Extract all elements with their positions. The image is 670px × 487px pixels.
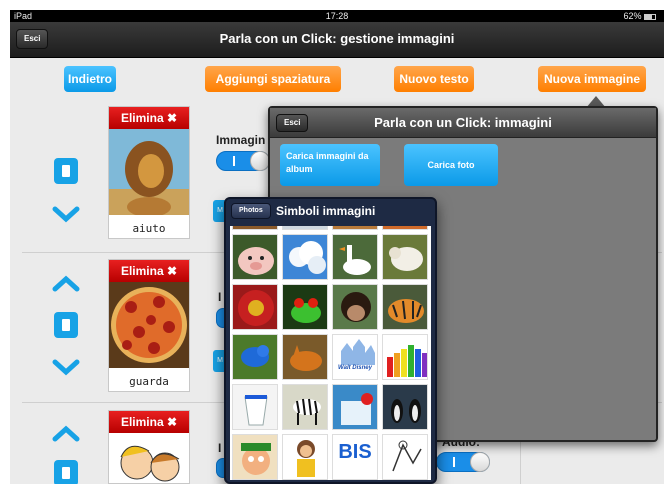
audio-toggle[interactable] xyxy=(436,452,490,472)
back-button[interactable]: Indietro xyxy=(64,66,116,92)
chimpanzee-photo-tile[interactable] xyxy=(332,284,378,330)
sketch-photo-tile[interactable] xyxy=(382,434,428,480)
children-cartoon-picture xyxy=(109,433,189,483)
cartoon-photo xyxy=(241,443,271,475)
photos-back-button[interactable]: Photos xyxy=(231,203,271,219)
move-up-icon[interactable] xyxy=(51,274,81,294)
disney-text: Walt Disney xyxy=(338,365,372,371)
delete-label: Elimina xyxy=(120,111,164,125)
move-up-icon[interactable] xyxy=(51,424,81,444)
crayons-photo-tile[interactable] xyxy=(382,334,428,380)
image-card: Elimina ✖ xyxy=(108,410,190,484)
boy-cartoon-photo-tile[interactable] xyxy=(282,434,328,480)
battery-indicator: 62% xyxy=(623,10,656,22)
delete-label: Elimina xyxy=(120,415,164,429)
pizza-picture xyxy=(109,282,189,368)
pig-photo xyxy=(238,247,274,275)
castle-logo xyxy=(341,339,375,365)
goose-photo xyxy=(339,245,371,275)
flower-photo xyxy=(238,290,274,326)
new-image-button[interactable]: Nuova immagine xyxy=(538,66,646,92)
penguins-photo-tile[interactable] xyxy=(382,384,428,430)
cartoon-photo-tile[interactable] xyxy=(232,434,278,480)
image-label: Immagin xyxy=(216,133,266,147)
lamb-photo-tile[interactable] xyxy=(382,234,428,280)
move-down-icon[interactable] xyxy=(51,357,81,377)
card-caption: guarda xyxy=(129,375,169,388)
delete-icon: ✖ xyxy=(166,264,178,278)
clouds-photo-tile[interactable] xyxy=(282,234,328,280)
delete-button[interactable]: Elimina ✖ xyxy=(109,260,189,282)
image-card: Elimina ✖ guarda xyxy=(108,259,190,392)
delete-button[interactable]: Elimina ✖ xyxy=(109,411,189,433)
frog-photo-tile[interactable] xyxy=(282,284,328,330)
fox-photo-tile[interactable] xyxy=(282,334,328,380)
delete-button[interactable]: Elimina ✖ xyxy=(109,107,189,129)
status-bar: iPad 17:28 62% xyxy=(10,10,664,22)
row-label: I xyxy=(218,290,222,304)
symbols-grid: Walt Disney BIS xyxy=(230,226,431,480)
yogurt-photo xyxy=(244,395,268,426)
crayons-photo xyxy=(387,345,427,377)
bird-photo xyxy=(241,345,269,367)
page-title: Parla con un Click: gestione immagini xyxy=(219,31,455,46)
battery-level: 62% xyxy=(623,11,642,21)
zebra-photo xyxy=(293,398,321,425)
load-album-button[interactable]: Carica immagini da album xyxy=(280,144,380,186)
modal-title: Parla con un Click: immagini xyxy=(374,115,552,130)
card-caption: aiuto xyxy=(132,222,166,235)
lion-picture xyxy=(109,129,189,217)
delete-icon: ✖ xyxy=(166,111,178,125)
partial-tile[interactable] xyxy=(282,226,328,230)
image-toggle[interactable] xyxy=(216,151,270,171)
popover-title: Simboli immagini xyxy=(276,204,376,218)
load-photo-button[interactable]: Carica foto xyxy=(404,144,498,186)
tiger-photo-tile[interactable] xyxy=(382,284,428,330)
brand-logo-tile[interactable]: BIS xyxy=(332,434,378,480)
frog-photo xyxy=(291,298,321,323)
fox-photo xyxy=(290,345,322,371)
document-icon[interactable] xyxy=(54,460,78,484)
delete-label: Elimina xyxy=(120,264,164,278)
main-navbar: Esci Parla con un Click: gestione immagi… xyxy=(10,22,664,58)
sketch-photo xyxy=(392,440,422,472)
castle-logo-tile[interactable]: Walt Disney xyxy=(332,334,378,380)
partial-tile[interactable] xyxy=(232,226,278,230)
screen: iPad 17:28 62% Esci Parla con un Click: … xyxy=(0,0,670,487)
tiger-photo xyxy=(388,299,424,323)
zebra-photo-tile[interactable] xyxy=(282,384,328,430)
penguins-photo xyxy=(391,399,421,423)
bis-text: BIS xyxy=(338,441,372,463)
popover-navbar: Photos Simboli immagini xyxy=(226,199,435,223)
flower-photo-tile[interactable] xyxy=(232,284,278,330)
document-icon[interactable] xyxy=(54,158,78,184)
ipad-screen: iPad 17:28 62% Esci Parla con un Click: … xyxy=(10,10,664,484)
delete-icon: ✖ xyxy=(166,415,178,429)
image-card: Elimina ✖ aiuto xyxy=(108,106,190,239)
partial-tile[interactable] xyxy=(332,226,378,230)
yogurt-photo-tile[interactable] xyxy=(232,384,278,430)
ice-photo-tile[interactable] xyxy=(332,384,378,430)
modal-navbar: Esci Parla con un Click: immagini xyxy=(270,108,656,138)
clouds-photo xyxy=(289,241,326,274)
ice-photo xyxy=(341,393,373,425)
chimpanzee-photo xyxy=(341,292,371,322)
boy-cartoon-photo xyxy=(297,440,315,477)
document-icon[interactable] xyxy=(54,312,78,338)
add-spacing-button[interactable]: Aggiungi spaziatura xyxy=(205,66,341,92)
partial-tile[interactable] xyxy=(382,226,428,230)
new-text-button[interactable]: Nuovo testo xyxy=(394,66,474,92)
clock: 17:28 xyxy=(325,11,349,21)
move-down-icon[interactable] xyxy=(51,204,81,224)
battery-icon xyxy=(644,13,656,20)
symbols-popover: Photos Simboli immagini Walt Disney BIS xyxy=(224,197,437,484)
row-label: I xyxy=(218,441,222,455)
pig-photo-tile[interactable] xyxy=(232,234,278,280)
goose-photo-tile[interactable] xyxy=(332,234,378,280)
bird-photo-tile[interactable] xyxy=(232,334,278,380)
lamb-photo xyxy=(389,247,423,271)
